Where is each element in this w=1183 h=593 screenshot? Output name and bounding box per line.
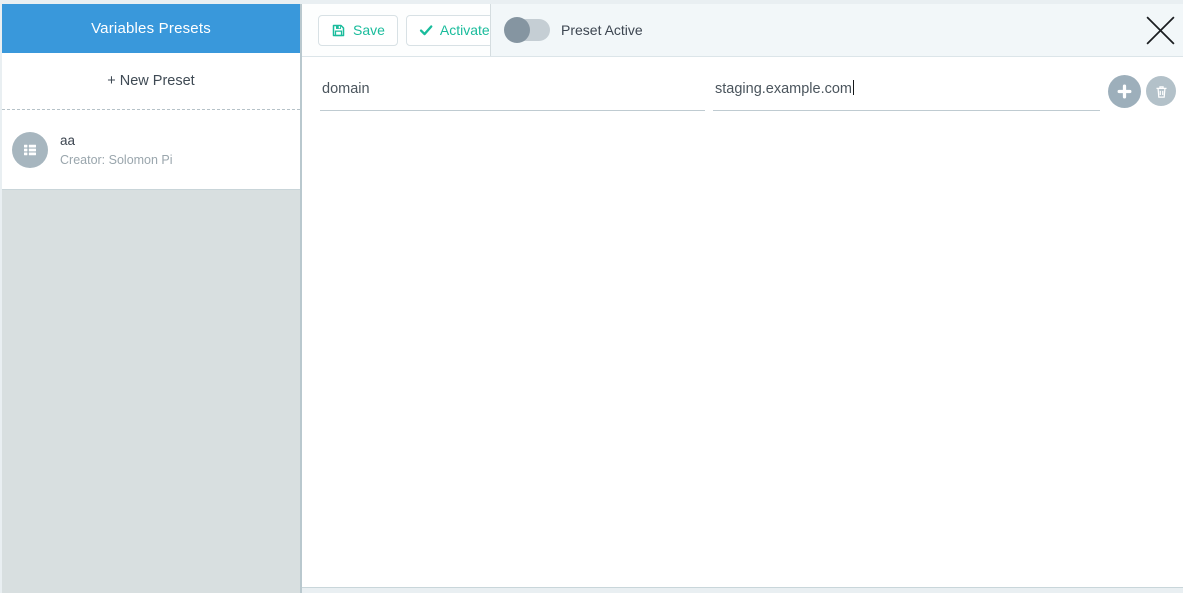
close-x-icon (1144, 14, 1177, 47)
sidebar-empty-area (2, 190, 300, 593)
activate-button[interactable]: Activate (405, 14, 503, 46)
preset-active-toggle[interactable] (504, 17, 550, 43)
preset-creator: Creator: Solomon Pi (60, 152, 173, 167)
trash-icon (1154, 84, 1169, 99)
variable-key-field[interactable]: domain (320, 72, 705, 111)
floppy-disk-icon (331, 23, 346, 38)
variable-value-field[interactable]: staging.example.com (713, 71, 1100, 111)
preset-meta: aa Creator: Solomon Pi (60, 133, 173, 167)
add-variable-button[interactable] (1108, 74, 1141, 108)
save-button-label: Save (353, 22, 385, 38)
delete-variable-button[interactable] (1146, 76, 1176, 106)
editor-toolbar: Save Activate Preset Active (302, 4, 1183, 57)
variable-key-text: domain (322, 80, 370, 97)
sidebar-title: Variables Presets (2, 4, 300, 53)
list-icon (12, 131, 48, 168)
toolbar-actions: Save Activate (302, 4, 503, 56)
new-preset-button[interactable]: + New Preset (2, 53, 300, 110)
save-button[interactable]: Save (318, 14, 398, 46)
variables-editor: domain staging.example.com (302, 57, 1183, 587)
toggle-knob (504, 17, 530, 43)
activate-button-label: Activate (439, 22, 490, 38)
close-button[interactable] (1139, 9, 1181, 51)
plus-icon (1116, 83, 1133, 100)
check-icon (419, 23, 433, 37)
preset-editor-panel: Save Activate Preset Active domain stagi… (302, 4, 1183, 588)
variable-row: domain staging.example.com (320, 71, 1176, 111)
text-caret (853, 80, 855, 95)
preset-active-label: Preset Active (561, 22, 643, 38)
presets-sidebar: Variables Presets + New Preset aa Creato… (2, 4, 302, 593)
preset-list-item[interactable]: aa Creator: Solomon Pi (2, 110, 300, 190)
toolbar-status: Preset Active (490, 4, 1183, 56)
preset-list: + New Preset aa Creator: Solomon Pi (2, 53, 300, 190)
preset-name: aa (60, 132, 76, 148)
variable-value-text: staging.example.com (715, 81, 853, 97)
